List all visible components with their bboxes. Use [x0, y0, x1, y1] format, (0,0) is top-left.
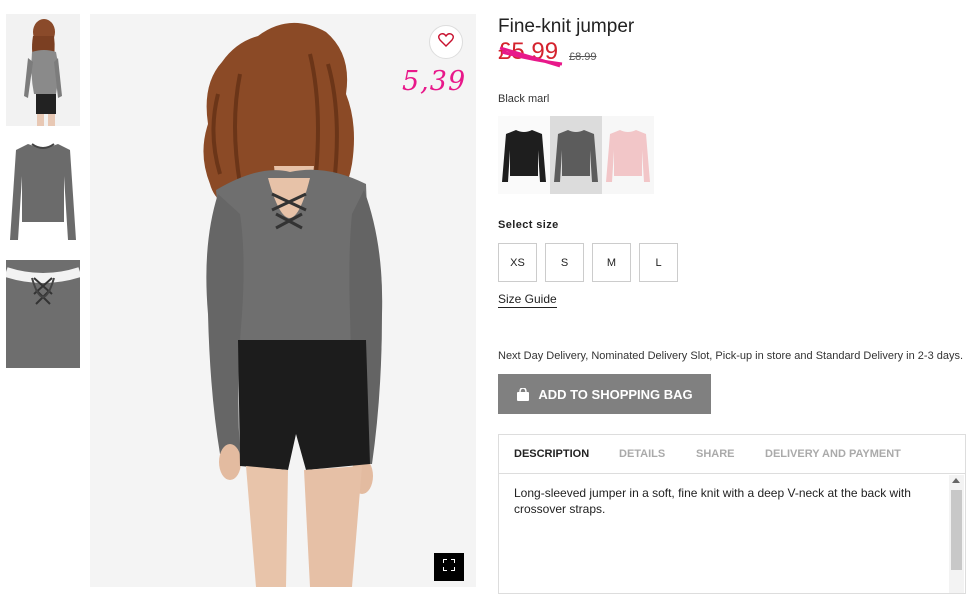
- product-info-panel: DESCRIPTION DETAILS SHARE DELIVERY AND P…: [498, 434, 966, 594]
- selected-color-label: Black marl: [498, 93, 550, 105]
- strikethrough-scribble: [499, 46, 563, 68]
- info-tabs: DESCRIPTION DETAILS SHARE DELIVERY AND P…: [499, 435, 965, 474]
- color-swatch-black[interactable]: [498, 116, 550, 194]
- handwritten-price-annotation: 5,39: [402, 66, 467, 97]
- select-size-label: Select size: [498, 219, 559, 231]
- thumbnail-garment-front[interactable]: [6, 136, 80, 244]
- price-block: £5.99: [498, 38, 563, 72]
- thumbnail-model-back[interactable]: [6, 14, 80, 126]
- original-price: £8.99: [569, 51, 597, 63]
- tab-description[interactable]: DESCRIPTION: [514, 448, 589, 460]
- pink-jumper-image: [606, 130, 650, 182]
- black-marl-jumper-image: [554, 130, 598, 182]
- tab-share[interactable]: SHARE: [696, 448, 735, 460]
- description-scrollbar[interactable]: [949, 475, 964, 593]
- size-guide-link[interactable]: Size Guide: [498, 292, 557, 308]
- main-product-image: [90, 14, 476, 587]
- thumbnail-garment-back-detail[interactable]: [6, 260, 80, 368]
- size-m-button[interactable]: M: [592, 243, 631, 282]
- black-jumper-image: [502, 130, 546, 182]
- scroll-up-arrow-icon[interactable]: [952, 478, 960, 483]
- color-swatch-light-pink[interactable]: [602, 116, 654, 194]
- add-to-bag-label: ADD TO SHOPPING BAG: [538, 386, 693, 402]
- description-text: Long-sleeved jumper in a soft, fine knit…: [514, 486, 911, 516]
- fullscreen-button[interactable]: [434, 553, 464, 581]
- thumbnail-garment-front-image: [6, 136, 80, 244]
- size-l-button[interactable]: L: [639, 243, 678, 282]
- thumbnail-model-image: [6, 14, 80, 126]
- favorite-button[interactable]: [429, 25, 463, 59]
- model-photo: [90, 14, 476, 587]
- tab-details[interactable]: DETAILS: [619, 448, 665, 460]
- size-xs-button[interactable]: XS: [498, 243, 537, 282]
- size-s-button[interactable]: S: [545, 243, 584, 282]
- heart-icon: [438, 32, 454, 52]
- product-title: Fine-knit jumper: [498, 16, 635, 37]
- color-swatch-black-marl[interactable]: [550, 116, 602, 194]
- expand-icon: [442, 558, 456, 576]
- tab-delivery-and-payment[interactable]: DELIVERY AND PAYMENT: [765, 448, 901, 460]
- scrollbar-thumb[interactable]: [951, 490, 962, 570]
- delivery-info: Next Day Delivery, Nominated Delivery Sl…: [498, 350, 964, 362]
- thumbnail-garment-back-image: [6, 260, 80, 368]
- add-to-bag-button[interactable]: ADD TO SHOPPING BAG: [498, 374, 711, 414]
- shopping-bag-icon: [516, 387, 530, 401]
